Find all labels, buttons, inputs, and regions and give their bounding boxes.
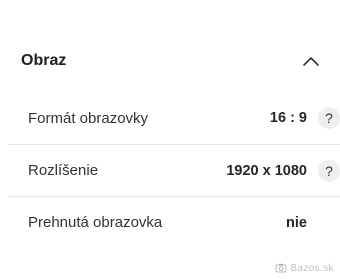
spec-label: Formát obrazovky — [28, 109, 149, 127]
watermark-text: Bazos.sk — [290, 262, 334, 274]
spec-row-aspect-ratio: Formát obrazovky 16 : 9 ? — [8, 92, 340, 144]
spec-value: nie — [286, 214, 307, 231]
spec-row-curved-screen: Prehnutá obrazovka nie — [8, 196, 340, 248]
spec-value: 16 : 9 — [269, 110, 307, 126]
help-icon[interactable]: ? — [318, 107, 340, 129]
spec-label: Rozlíšenie — [28, 162, 99, 179]
help-icon[interactable]: ? — [318, 159, 340, 182]
spec-list: Formát obrazovky 16 : 9 ? Rozlíšenie 192… — [8, 92, 340, 248]
chevron-up-icon[interactable] — [302, 55, 320, 67]
watermark: Bazos.sk — [275, 262, 334, 274]
section-header-obraz[interactable]: Obraz — [0, 38, 340, 84]
section-title: Obraz — [21, 52, 67, 69]
camera-icon — [275, 263, 287, 273]
spec-value: 1920 x 1080 — [226, 162, 307, 179]
spec-row-resolution: Rozlíšenie 1920 x 1080 ? — [8, 144, 340, 196]
spec-label: Prehnutá obrazovka — [28, 214, 163, 231]
